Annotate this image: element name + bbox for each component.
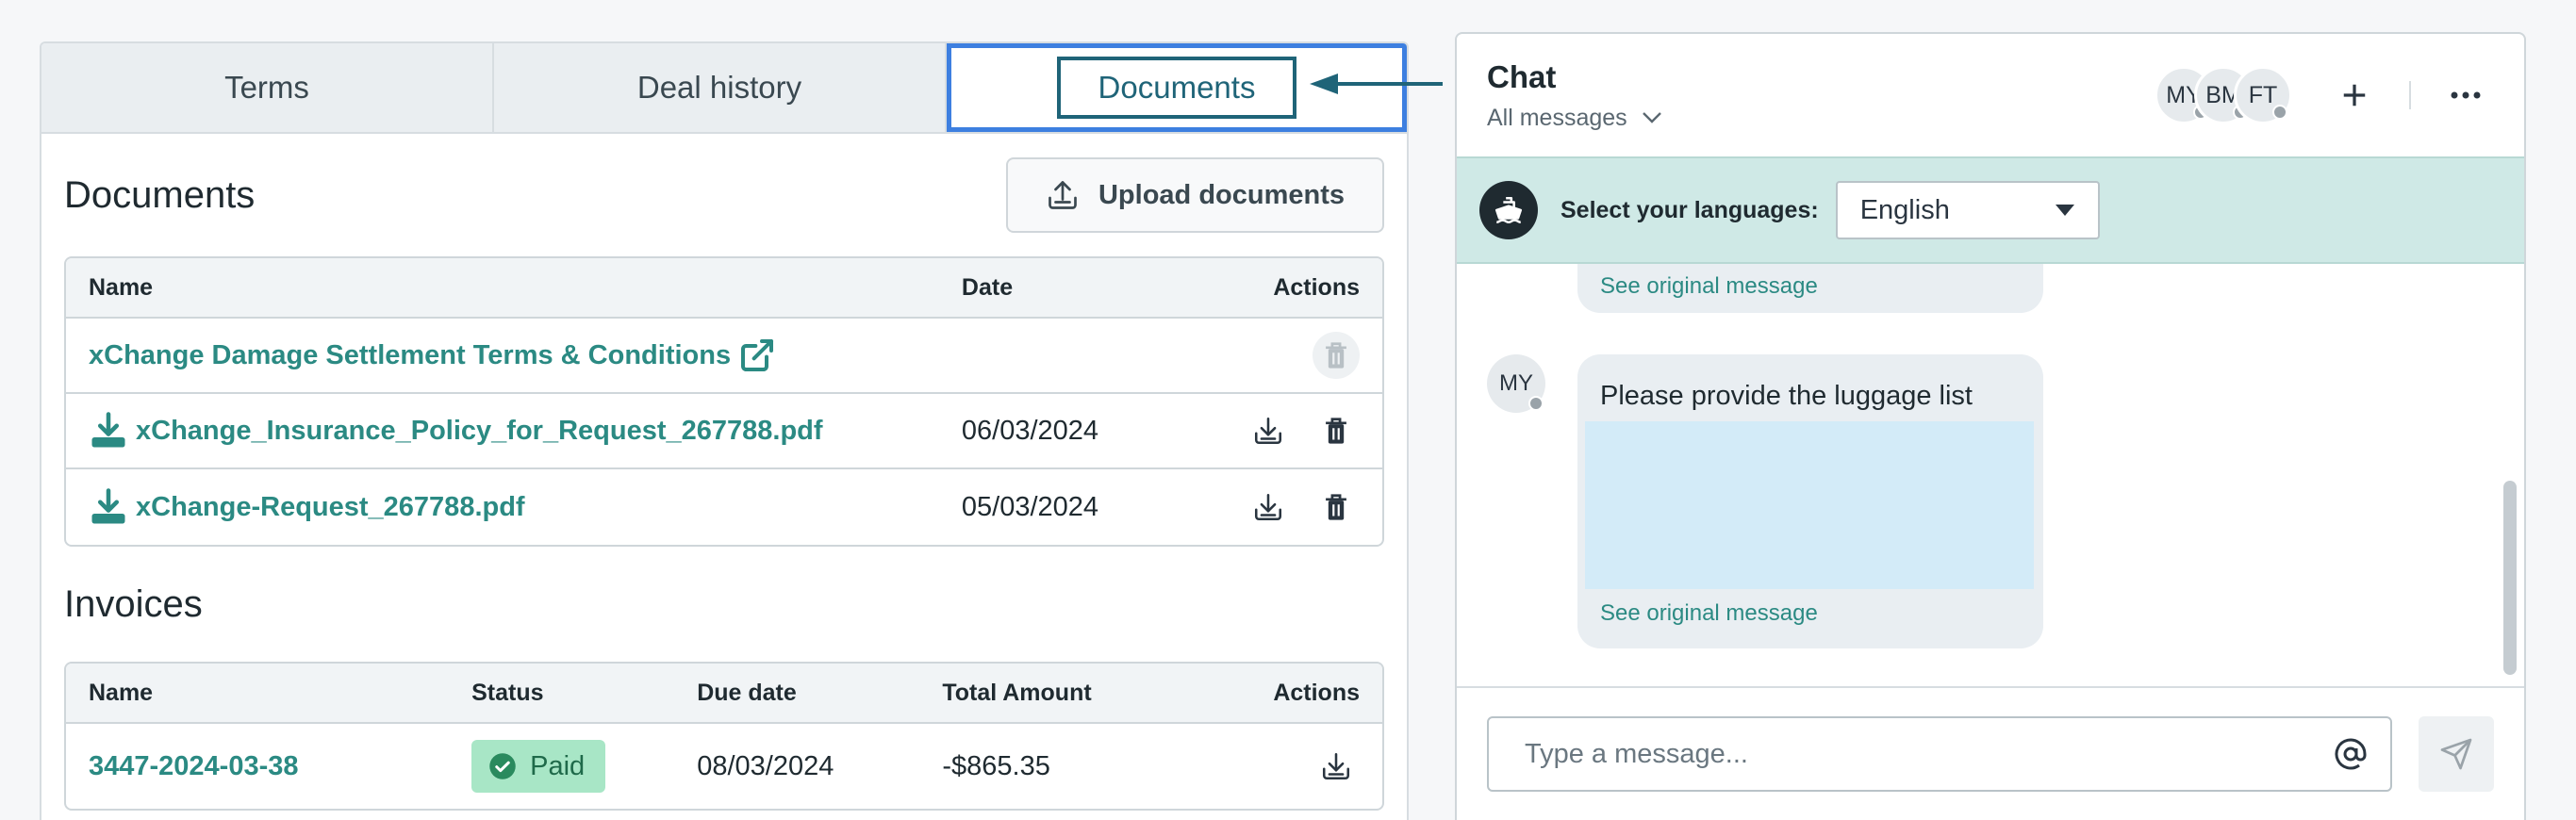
col-due-date: Due date: [697, 679, 797, 706]
message-avatar: MY: [1487, 354, 1545, 413]
message-text: Please provide the luggage list: [1600, 381, 1973, 411]
documents-title: Documents: [64, 173, 256, 216]
chat-title: Chat: [1487, 58, 1557, 94]
table-row: xChange-Request_267788.pdf 05/03/2024: [66, 469, 1382, 545]
tab-bar: Terms Deal history Documents: [41, 43, 1407, 134]
trash-icon: [1326, 418, 1346, 444]
col-actions: Actions: [1273, 273, 1360, 301]
tab-deal-history[interactable]: Deal history: [494, 43, 947, 132]
tab-label: Terms: [224, 70, 309, 105]
col-status: Status: [471, 679, 544, 706]
message-filter-dropdown[interactable]: All messages: [1487, 105, 1663, 132]
col-total: Total Amount: [942, 679, 1092, 706]
invoices-title: Invoices: [64, 582, 203, 625]
send-button[interactable]: [2419, 716, 2494, 792]
participants[interactable]: MY BM FT: [2155, 66, 2292, 124]
documents-table: Name Date Actions xChange Damage Settlem…: [64, 256, 1384, 547]
download-icon: [1254, 493, 1282, 521]
input-placeholder: Type a message...: [1525, 738, 1748, 769]
download-button[interactable]: [1313, 743, 1360, 790]
document-link[interactable]: xChange_Insurance_Policy_for_Request_267…: [136, 416, 823, 447]
message-input[interactable]: Type a message...: [1487, 716, 2392, 792]
col-date: Date: [961, 273, 1014, 301]
download-file-icon[interactable]: [89, 487, 128, 527]
chat-header: Chat All messages MY BM FT: [1457, 34, 2524, 156]
caret-down-icon: [2055, 205, 2074, 216]
plus-icon: [2343, 84, 2366, 107]
download-button[interactable]: [1245, 484, 1292, 531]
ship-icon: [1479, 181, 1538, 239]
annotation-arrow-icon: [1310, 74, 1443, 94]
col-name: Name: [89, 273, 154, 301]
more-options-button[interactable]: [2437, 67, 2494, 123]
download-icon: [1254, 417, 1282, 445]
mention-icon[interactable]: [2334, 737, 2368, 771]
upload-label: Upload documents: [1098, 179, 1345, 210]
status-label: Paid: [530, 750, 586, 781]
delete-button[interactable]: [1313, 484, 1360, 531]
divider: [2409, 81, 2411, 109]
download-file-icon[interactable]: [89, 411, 128, 451]
table-header: Name Status Due date Total Amount Action…: [66, 664, 1382, 724]
row-date: 05/03/2024: [961, 491, 1099, 522]
more-horizontal-icon: [2451, 91, 2481, 99]
status-badge: Paid: [471, 740, 606, 793]
table-row: xChange_Insurance_Policy_for_Request_267…: [66, 394, 1382, 469]
col-actions: Actions: [1273, 679, 1360, 706]
scroll-thumb[interactable]: [2503, 481, 2517, 675]
table-header: Name Date Actions: [66, 258, 1382, 319]
row-date: 06/03/2024: [961, 415, 1099, 446]
trash-icon: [1326, 494, 1346, 520]
terms-link[interactable]: xChange Damage Settlement Terms & Condit…: [89, 340, 731, 371]
message-bubble: See original message: [1577, 264, 2043, 313]
message-composer: Type a message...: [1457, 686, 2524, 820]
message-bubble: Please provide the luggage list See orig…: [1577, 354, 2043, 648]
trash-icon: [1326, 342, 1346, 369]
total-amount: -$865.35: [942, 750, 1050, 781]
scrollbar[interactable]: [2503, 264, 2517, 682]
documents-header: Documents Upload documents: [41, 134, 1407, 256]
see-original-link[interactable]: See original message: [1600, 600, 2036, 627]
due-date: 08/03/2024: [697, 750, 834, 781]
tab-label: Deal history: [636, 70, 802, 105]
chat-panel: Chat All messages MY BM FT Select your l…: [1455, 32, 2526, 820]
col-name: Name: [89, 679, 154, 706]
upload-icon: [1049, 181, 1077, 209]
download-button[interactable]: [1245, 407, 1292, 454]
language-select[interactable]: English: [1835, 181, 2100, 239]
delete-button-disabled: [1313, 332, 1360, 379]
language-value: English: [1859, 194, 1950, 225]
deal-panel: Terms Deal history Documents Documents U…: [40, 41, 1409, 820]
invoices-header: Invoices: [41, 547, 1407, 662]
upload-documents-button[interactable]: Upload documents: [1005, 157, 1384, 233]
chevron-down-icon: [1642, 112, 1661, 123]
table-row: 3447-2024-03-38 Paid 08/03/2024 -$865.35: [66, 724, 1382, 809]
send-icon: [2440, 738, 2472, 770]
external-link-icon[interactable]: [738, 336, 776, 374]
see-original-link[interactable]: See original message: [1600, 273, 2021, 300]
filter-label: All messages: [1487, 104, 1627, 131]
tab-terms[interactable]: Terms: [41, 43, 494, 132]
message-attachment-image[interactable]: [1585, 421, 2034, 589]
message-list[interactable]: See original message MY Please provide t…: [1457, 264, 2524, 682]
document-link[interactable]: xChange-Request_267788.pdf: [136, 492, 525, 523]
table-row: xChange Damage Settlement Terms & Condit…: [66, 319, 1382, 394]
download-icon: [1322, 752, 1350, 780]
language-bar: Select your languages: English: [1457, 156, 2524, 264]
language-label: Select your languages:: [1560, 196, 1819, 223]
avatar: FT: [2234, 66, 2292, 124]
add-participant-button[interactable]: [2326, 67, 2383, 123]
check-circle-icon: [489, 753, 516, 779]
invoice-link[interactable]: 3447-2024-03-38: [89, 751, 299, 782]
tab-label: Documents: [1056, 57, 1297, 119]
delete-button[interactable]: [1313, 407, 1360, 454]
invoices-table: Name Status Due date Total Amount Action…: [64, 662, 1384, 811]
